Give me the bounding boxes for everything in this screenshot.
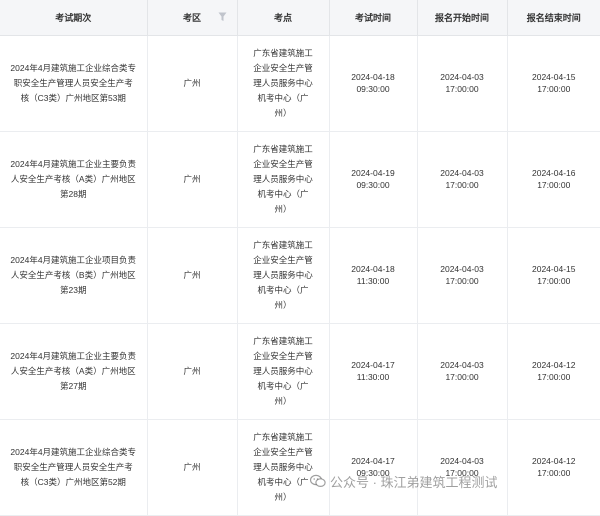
cell-area: 广州 bbox=[147, 323, 238, 420]
reg-end-date: 2024-04-15 bbox=[532, 72, 576, 82]
exam-date: 2024-04-18 bbox=[351, 264, 395, 274]
cell-area: 广州 bbox=[147, 227, 238, 324]
cell-session: 2024年4月建筑施工企业主要负责人安全生产考核（A类）广州地区第27期 bbox=[0, 323, 148, 420]
table-row[interactable]: 2024年4月建筑施工企业主要负责人安全生产考核（A类）广州地区第27期 广州 … bbox=[0, 323, 600, 420]
cell-reg-start: 2024-04-03 17:00:00 bbox=[417, 419, 508, 516]
reg-start-clock: 17:00:00 bbox=[445, 372, 479, 382]
cell-session: 2024年4月建筑施工企业主要负责人安全生产考核（A类）广州地区第28期 bbox=[0, 131, 148, 228]
exam-clock: 09:30:00 bbox=[356, 180, 390, 190]
reg-end-date: 2024-04-15 bbox=[532, 264, 576, 274]
reg-end-clock: 17:00:00 bbox=[537, 276, 571, 286]
cell-venue: 广东省建筑施工企业安全生产管理人员服务中心机考中心（广州） bbox=[237, 35, 330, 132]
cell-reg-start: 2024-04-03 17:00:00 bbox=[417, 323, 508, 420]
column-header-venue[interactable]: 考点 bbox=[237, 0, 330, 36]
reg-start-clock: 17:00:00 bbox=[445, 84, 479, 94]
cell-reg-start: 2024-04-03 17:00:00 bbox=[417, 131, 508, 228]
reg-start-clock: 17:00:00 bbox=[445, 468, 479, 478]
exam-clock: 09:30:00 bbox=[356, 468, 390, 478]
filter-icon[interactable] bbox=[218, 12, 227, 22]
column-header-area-label: 考区 bbox=[182, 12, 201, 23]
table-row[interactable]: 2024年4月建筑施工企业综合类专职安全生产管理人员安全生产考核（C3类）广州地… bbox=[0, 35, 600, 132]
reg-end-clock: 17:00:00 bbox=[537, 372, 571, 382]
reg-start-clock: 17:00:00 bbox=[445, 276, 479, 286]
column-header-reg-start[interactable]: 报名开始时间 bbox=[417, 0, 508, 36]
reg-start-date: 2024-04-03 bbox=[440, 72, 484, 82]
cell-area: 广州 bbox=[147, 35, 238, 132]
cell-area: 广州 bbox=[147, 419, 238, 516]
exam-date: 2024-04-18 bbox=[351, 72, 395, 82]
exam-clock: 11:30:00 bbox=[356, 372, 390, 382]
cell-venue: 广东省建筑施工企业安全生产管理人员服务中心机考中心（广州） bbox=[237, 419, 330, 516]
reg-start-clock: 17:00:00 bbox=[445, 180, 479, 190]
table-row[interactable]: 2024年4月建筑施工企业项目负责人安全生产考核（B类）广州地区第23期 广州 … bbox=[0, 227, 600, 324]
column-header-area[interactable]: 考区 bbox=[147, 0, 238, 36]
cell-venue: 广东省建筑施工企业安全生产管理人员服务中心机考中心（广州） bbox=[237, 131, 330, 228]
exam-schedule-table: 考试期次 考区 考点 考试时间 报名开始时间 报名结束时间 2024年4月建筑施… bbox=[0, 0, 600, 516]
cell-reg-start: 2024-04-03 17:00:00 bbox=[417, 35, 508, 132]
table-row[interactable]: 2024年4月建筑施工企业综合类专职安全生产管理人员安全生产考核（C3类）广州地… bbox=[0, 419, 600, 516]
exam-clock: 11:30:00 bbox=[356, 276, 390, 286]
cell-exam-time: 2024-04-18 11:30:00 bbox=[329, 227, 418, 324]
exam-clock: 09:30:00 bbox=[356, 84, 390, 94]
reg-end-date: 2024-04-16 bbox=[532, 168, 576, 178]
reg-start-date: 2024-04-03 bbox=[440, 168, 484, 178]
cell-reg-end: 2024-04-12 17:00:00 bbox=[507, 323, 600, 420]
cell-venue: 广东省建筑施工企业安全生产管理人员服务中心机考中心（广州） bbox=[237, 227, 330, 324]
cell-reg-end: 2024-04-15 17:00:00 bbox=[507, 35, 600, 132]
cell-area: 广州 bbox=[147, 131, 238, 228]
cell-reg-end: 2024-04-12 17:00:00 bbox=[507, 419, 600, 516]
reg-start-date: 2024-04-03 bbox=[440, 360, 484, 370]
reg-end-clock: 17:00:00 bbox=[537, 180, 571, 190]
cell-exam-time: 2024-04-17 09:30:00 bbox=[329, 419, 418, 516]
reg-end-clock: 17:00:00 bbox=[537, 84, 571, 94]
reg-start-date: 2024-04-03 bbox=[440, 456, 484, 466]
cell-session: 2024年4月建筑施工企业项目负责人安全生产考核（B类）广州地区第23期 bbox=[0, 227, 148, 324]
column-header-reg-end[interactable]: 报名结束时间 bbox=[507, 0, 600, 36]
column-header-exam-time[interactable]: 考试时间 bbox=[329, 0, 418, 36]
header-row: 考试期次 考区 考点 考试时间 报名开始时间 报名结束时间 bbox=[0, 0, 600, 36]
cell-reg-end: 2024-04-16 17:00:00 bbox=[507, 131, 600, 228]
reg-end-date: 2024-04-12 bbox=[532, 456, 576, 466]
table-header: 考试期次 考区 考点 考试时间 报名开始时间 报名结束时间 bbox=[0, 0, 600, 36]
cell-exam-time: 2024-04-17 11:30:00 bbox=[329, 323, 418, 420]
reg-start-date: 2024-04-03 bbox=[440, 264, 484, 274]
cell-session: 2024年4月建筑施工企业综合类专职安全生产管理人员安全生产考核（C3类）广州地… bbox=[0, 419, 148, 516]
cell-exam-time: 2024-04-19 09:30:00 bbox=[329, 131, 418, 228]
cell-session: 2024年4月建筑施工企业综合类专职安全生产管理人员安全生产考核（C3类）广州地… bbox=[0, 35, 148, 132]
table-row[interactable]: 2024年4月建筑施工企业主要负责人安全生产考核（A类）广州地区第28期 广州 … bbox=[0, 131, 600, 228]
cell-exam-time: 2024-04-18 09:30:00 bbox=[329, 35, 418, 132]
cell-venue: 广东省建筑施工企业安全生产管理人员服务中心机考中心（广州） bbox=[237, 323, 330, 420]
table-body: 2024年4月建筑施工企业综合类专职安全生产管理人员安全生产考核（C3类）广州地… bbox=[0, 35, 600, 516]
reg-end-date: 2024-04-12 bbox=[532, 360, 576, 370]
exam-date: 2024-04-17 bbox=[351, 456, 395, 466]
cell-reg-end: 2024-04-15 17:00:00 bbox=[507, 227, 600, 324]
exam-date: 2024-04-19 bbox=[351, 168, 395, 178]
column-header-session[interactable]: 考试期次 bbox=[0, 0, 148, 36]
exam-date: 2024-04-17 bbox=[351, 360, 395, 370]
cell-reg-start: 2024-04-03 17:00:00 bbox=[417, 227, 508, 324]
reg-end-clock: 17:00:00 bbox=[537, 468, 571, 478]
